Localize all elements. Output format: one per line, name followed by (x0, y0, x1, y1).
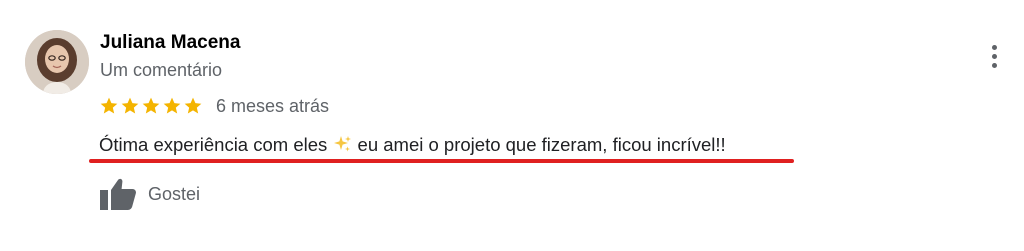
author-name[interactable]: Juliana Macena (100, 32, 240, 54)
rating-row: 6 meses atrás (99, 94, 329, 118)
highlight-underline (89, 159, 794, 163)
thumbs-up-icon (99, 177, 137, 211)
star-icon (163, 97, 181, 114)
avatar[interactable] (25, 30, 89, 94)
like-button[interactable]: Gostei (99, 176, 200, 212)
review-date: 6 meses atrás (216, 95, 330, 116)
review-card: Juliana Macena Um comentário 6 meses atr… (0, 0, 1024, 251)
like-label: Gostei (148, 183, 201, 204)
more-vert-icon-dot (991, 44, 997, 50)
star-icon (184, 97, 202, 114)
star-icon (142, 97, 160, 114)
sparkles-emoji-icon (332, 135, 352, 153)
review-text-part-1: Ótima experiência com eles (99, 134, 333, 155)
more-options-button[interactable] (980, 40, 1008, 72)
review-text: Ótima experiência com eles eu amei o pro… (99, 134, 726, 156)
star-icon (100, 97, 118, 114)
review-text-part-2: eu amei o projeto que fizeram, ficou inc… (352, 134, 726, 155)
review-count: Um comentário (100, 60, 223, 80)
star-rating (99, 96, 203, 116)
star-icon (121, 97, 139, 114)
more-vert-icon-dot (991, 53, 997, 59)
more-vert-icon-dot (991, 62, 997, 68)
